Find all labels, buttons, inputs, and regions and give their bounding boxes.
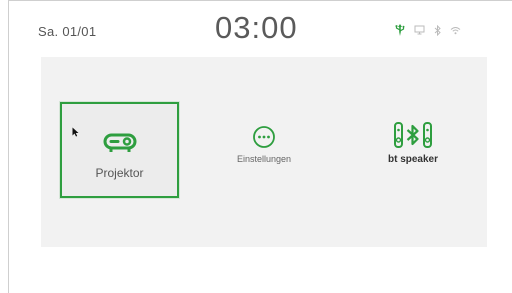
wifi-icon [450, 26, 461, 34]
tile-einstellungen[interactable]: Einstellungen [208, 125, 320, 185]
tile-projektor[interactable]: Projektor [60, 102, 179, 198]
mouse-cursor-icon [72, 127, 79, 137]
date-display: Sa. 01/01 [38, 24, 97, 39]
bluetooth-icon [434, 24, 441, 36]
tile-label-einstellungen: Einstellungen [236, 154, 292, 164]
status-bar [395, 24, 461, 36]
display-icon [414, 25, 425, 35]
bluetooth-speaker-icon [394, 122, 432, 148]
projector-icon [103, 133, 136, 152]
tile-bt-speaker[interactable]: bt speaker [358, 121, 468, 181]
tile-label-projektor: Projektor [95, 166, 144, 180]
clock-display: 03:00 [215, 10, 298, 45]
usb-icon [395, 24, 405, 36]
more-options-icon [253, 126, 275, 148]
tile-label-bt-speaker: bt speaker [387, 154, 439, 165]
tile-icon-wrap [103, 133, 137, 158]
